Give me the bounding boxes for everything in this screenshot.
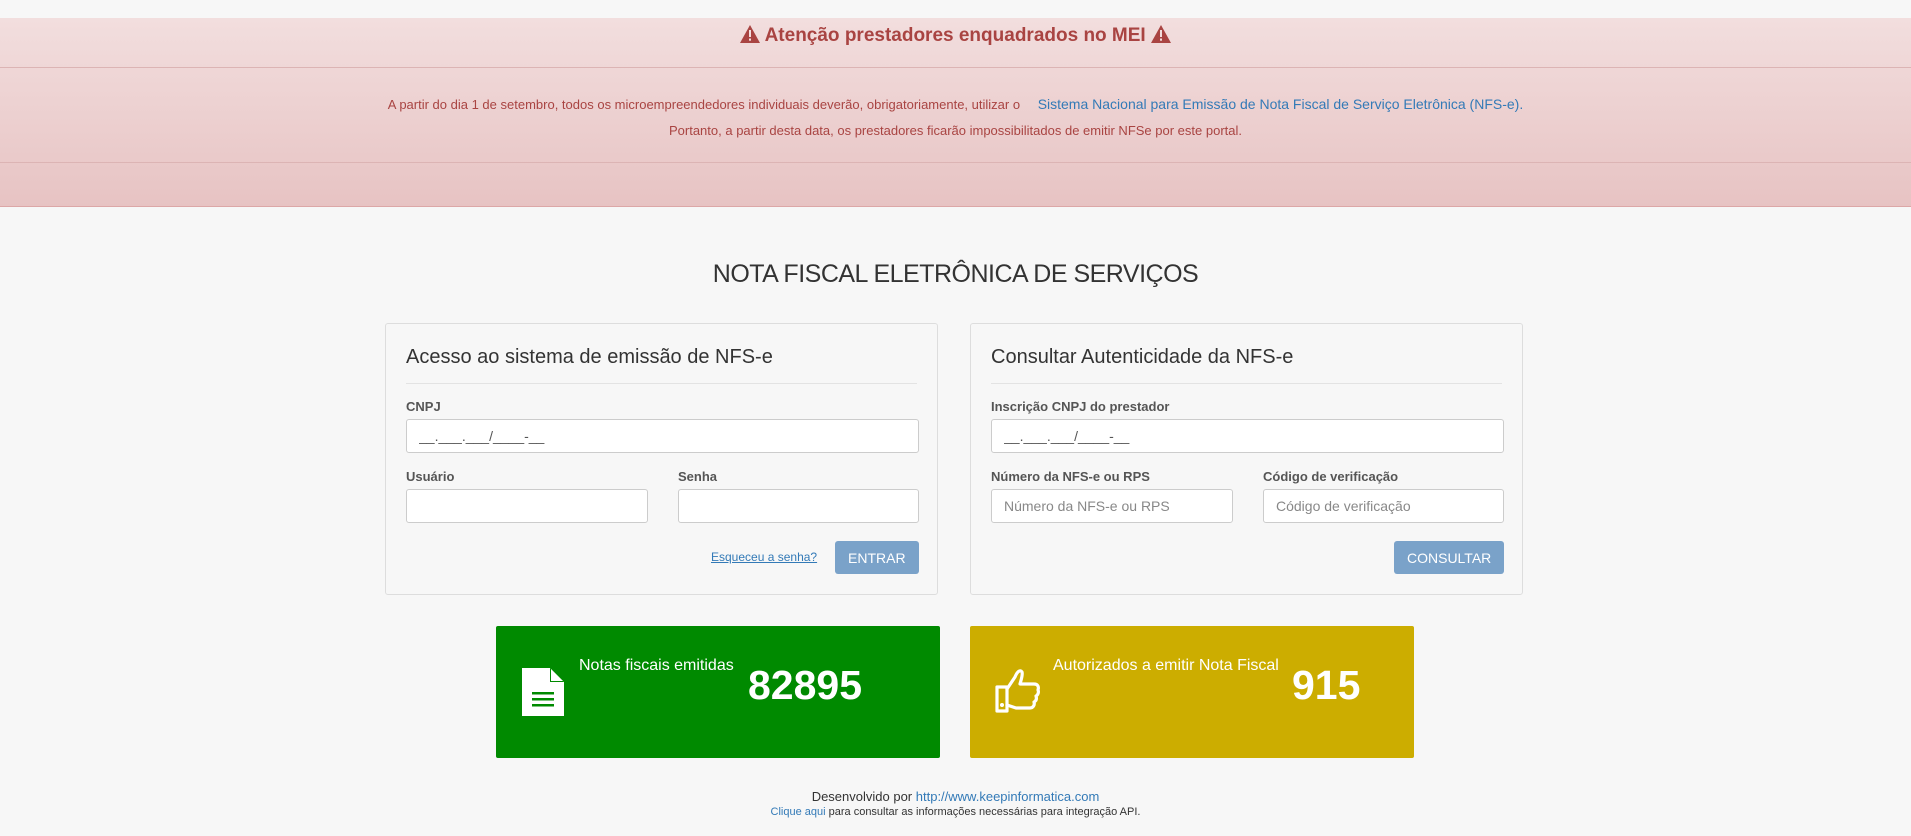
api-info-link[interactable]: Clique aqui (771, 806, 826, 818)
verify-panel: Consultar Autenticidade da NFS-e Inscriç… (970, 323, 1523, 595)
issued-invoices-value: 82895 (748, 662, 863, 708)
footer-api: Clique aqui para consultar as informaçõe… (0, 806, 1911, 818)
footer-developer: Desenvolvido por http://www.keepinformat… (0, 789, 1911, 804)
alert-divider (0, 162, 1911, 163)
password-input[interactable] (678, 489, 919, 523)
authorized-issuers-stat: Autorizados a emitir Nota Fiscal 915 (970, 626, 1414, 758)
alert-message-text: A partir do dia 1 de setembro, todos os … (387, 97, 1021, 112)
cnpj-input[interactable] (406, 419, 919, 453)
alert-divider (0, 67, 1911, 68)
verify-panel-title: Consultar Autenticidade da NFS-e (991, 346, 1294, 368)
authorized-issuers-label: Autorizados a emitir Nota Fiscal (1053, 657, 1279, 674)
user-input[interactable] (406, 489, 648, 523)
issued-invoices-stat: Notas fiscais emitidas 82895 (496, 626, 940, 758)
verification-code-label: Código de verificação (1263, 469, 1399, 484)
alert-message-line2: Portanto, a partir desta data, os presta… (668, 123, 1242, 138)
forgot-password-link[interactable]: Esqueceu a senha? (711, 550, 817, 564)
document-icon (522, 668, 564, 716)
nfse-number-input[interactable] (991, 489, 1233, 523)
login-panel: Acesso ao sistema de emissão de NFS-e CN… (385, 323, 938, 595)
password-label: Senha (678, 469, 718, 484)
sistema-nacional-link[interactable]: Sistema Nacional para Emissão de Nota Fi… (1038, 96, 1524, 112)
login-panel-title: Acesso ao sistema de emissão de NFS-e (406, 346, 773, 368)
alert-message-line1: A partir do dia 1 de setembro, todos os … (0, 96, 1911, 112)
verify-button[interactable]: CONSULTAR (1394, 541, 1505, 574)
nfse-number-label: Número da NFS-e ou RPS (991, 469, 1150, 484)
authorized-issuers-value: 915 (1292, 662, 1361, 708)
alert-title: Atenção prestadores enquadrados no MEI (0, 25, 1911, 47)
warning-triangle-icon (740, 25, 760, 43)
alert-title-text: Atenção prestadores enquadrados no MEI (764, 25, 1146, 46)
verification-code-input[interactable] (1263, 489, 1504, 523)
warning-triangle-icon (1151, 25, 1171, 43)
page-title: NOTA FISCAL ELETRÔNICA DE SERVIÇOS (712, 260, 1199, 288)
top-bar (0, 0, 1911, 19)
thumbs-up-icon (995, 669, 1040, 713)
prestador-cnpj-input[interactable] (991, 419, 1504, 453)
mei-alert-banner: Atenção prestadores enquadrados no MEI A… (0, 18, 1911, 207)
user-label: Usuário (406, 469, 455, 484)
issued-invoices-label: Notas fiscais emitidas (579, 657, 734, 674)
panel-divider (991, 383, 1502, 384)
panel-divider (406, 383, 917, 384)
cnpj-label: CNPJ (406, 399, 441, 414)
developer-link[interactable]: http://www.keepinformatica.com (916, 789, 1100, 804)
api-info-text: para consultar as informações necessária… (828, 806, 1141, 818)
login-button[interactable]: ENTRAR (835, 541, 919, 574)
prestador-cnpj-label: Inscrição CNPJ do prestador (991, 399, 1170, 414)
developed-by-text: Desenvolvido por (811, 789, 913, 804)
